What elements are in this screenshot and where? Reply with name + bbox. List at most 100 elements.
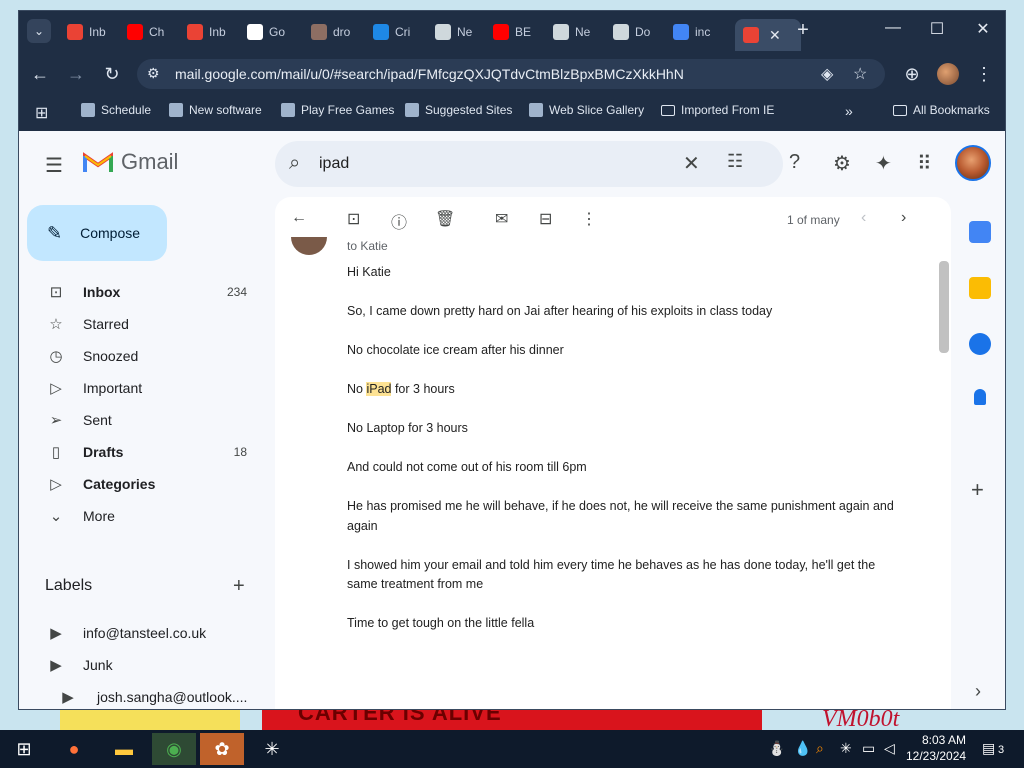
browser-tab[interactable]: inc: [665, 19, 723, 45]
help-icon[interactable]: ?: [789, 151, 800, 174]
reload-button[interactable]: ↻: [99, 61, 125, 87]
bookmark-star-icon[interactable]: ☆: [853, 64, 867, 84]
windows-start-icon[interactable]: ⊞: [2, 733, 46, 765]
message-line: same treatment from me: [347, 577, 484, 591]
site-info-icon[interactable]: ⚙: [147, 65, 160, 82]
nav-item-snoozed[interactable]: ◷ Snoozed: [19, 340, 259, 372]
clear-search-icon[interactable]: ✕: [683, 151, 700, 176]
bookmark-item[interactable]: Suggested Sites: [405, 103, 512, 117]
search-icon[interactable]: ⌕: [289, 152, 300, 175]
add-label-icon[interactable]: +: [233, 575, 245, 598]
wallpaper-signature: VM0b0t: [822, 706, 900, 732]
new-tab-button[interactable]: +: [791, 19, 815, 42]
tray-drop-icon[interactable]: 💧: [794, 740, 811, 757]
nav-item-categories[interactable]: ▷ Categories: [19, 468, 259, 500]
browser-tab[interactable]: Inb: [59, 19, 117, 45]
compose-button[interactable]: ✎ Compose: [27, 205, 167, 261]
chrome-icon[interactable]: ◉: [152, 733, 196, 765]
scrollbar-thumb[interactable]: [939, 261, 949, 353]
tasks-icon[interactable]: [969, 333, 991, 355]
forward-button[interactable]: →: [63, 61, 89, 87]
expand-panel-icon[interactable]: ›: [975, 681, 981, 702]
back-to-results-icon[interactable]: ←: [291, 209, 307, 227]
more-bookmarks-icon[interactable]: »: [845, 103, 853, 119]
tab-label: BE: [515, 25, 532, 39]
recipient-line[interactable]: to Katie: [347, 239, 388, 253]
calendar-icon[interactable]: [969, 221, 991, 243]
bookmark-item[interactable]: Web Slice Gallery: [529, 103, 644, 117]
app-icon[interactable]: ✿: [200, 733, 244, 765]
bookmark-item[interactable]: Play Free Games: [281, 103, 394, 117]
google-apps-icon[interactable]: ⠿: [917, 151, 932, 176]
back-button[interactable]: ←: [27, 61, 53, 87]
message-line: He has promised me he will behave, if he…: [347, 499, 894, 513]
gemini-sparkle-icon[interactable]: ✦: [875, 151, 892, 176]
download-icon[interactable]: ⊕: [899, 61, 925, 87]
nav-item-starred[interactable]: ☆ Starred: [19, 308, 259, 340]
settings-gear-icon[interactable]: ⚙: [833, 151, 851, 176]
browser-tab[interactable]: Ne: [545, 19, 603, 45]
file-explorer-icon[interactable]: ▬: [102, 733, 146, 765]
gmail-logo[interactable]: Gmail: [83, 149, 178, 175]
close-icon[interactable]: ✕: [769, 27, 781, 44]
nav-label: More: [83, 508, 115, 524]
profile-avatar[interactable]: [937, 63, 959, 85]
url-text[interactable]: mail.google.com/mail/u/0/#search/ipad/FM…: [175, 66, 684, 82]
bookmark-item[interactable]: Imported From IE: [661, 103, 774, 117]
close-window-button[interactable]: ✕: [971, 19, 995, 39]
tray-search-icon[interactable]: ⌕: [816, 740, 824, 757]
browser-tab[interactable]: Go: [239, 19, 297, 45]
browser-tab[interactable]: dro: [303, 19, 361, 45]
nav-item-sent[interactable]: ➢ Sent: [19, 404, 259, 436]
label-item[interactable]: ▶ info@tansteel.co.uk: [19, 617, 259, 649]
mark-unread-icon[interactable]: ✉: [495, 209, 508, 229]
search-options-icon[interactable]: ☷: [727, 151, 743, 172]
sender-avatar[interactable]: [291, 237, 327, 255]
menu-icon[interactable]: ⋮: [971, 61, 997, 87]
bookmark-item[interactable]: New software: [169, 103, 262, 117]
firefox-icon[interactable]: ●: [52, 733, 96, 765]
search-input[interactable]: ipad: [319, 155, 349, 173]
move-to-icon[interactable]: ⊟: [539, 209, 552, 229]
more-options-icon[interactable]: ⋮: [581, 209, 597, 229]
account-avatar[interactable]: [955, 145, 991, 181]
nav-item-drafts[interactable]: ▯ Drafts 18: [19, 436, 259, 468]
label-item[interactable]: ▶ josh.sangha@outlook....: [19, 681, 259, 709]
all-bookmarks[interactable]: All Bookmarks: [893, 103, 990, 117]
lens-icon[interactable]: ◈: [821, 64, 833, 84]
tab-search-button[interactable]: ⌄: [27, 19, 51, 43]
tray-app-icon[interactable]: ⛄: [768, 740, 785, 757]
report-spam-icon[interactable]: ⓘ: [391, 209, 407, 233]
browser-tab[interactable]: BE: [485, 19, 543, 45]
keep-icon[interactable]: [969, 277, 991, 299]
snow-app-icon[interactable]: ✳: [250, 733, 294, 765]
nav-item-more[interactable]: ⌄ More: [19, 500, 259, 532]
newer-icon[interactable]: ‹: [861, 209, 866, 227]
browser-tab[interactable]: Ch: [119, 19, 177, 45]
nav-item-important[interactable]: ▷ Important: [19, 372, 259, 404]
browser-tab[interactable]: Do: [605, 19, 663, 45]
clock[interactable]: 8:03 AM 12/23/2024: [906, 732, 966, 764]
nav-item-inbox[interactable]: ⊡ Inbox 234: [19, 276, 259, 308]
older-icon[interactable]: ›: [901, 209, 906, 227]
delete-icon[interactable]: 🗑: [435, 209, 455, 229]
browser-tab[interactable]: Inb: [179, 19, 237, 45]
apps-grid-icon[interactable]: ⊞: [35, 103, 48, 123]
browser-tab[interactable]: Ne: [427, 19, 485, 45]
contacts-icon[interactable]: [974, 389, 986, 405]
maximize-button[interactable]: ☐: [925, 19, 949, 39]
label-item[interactable]: ▶ Junk: [19, 649, 259, 681]
network-icon[interactable]: ▭: [862, 740, 875, 757]
tray-snow-icon[interactable]: ✳: [840, 740, 852, 757]
draft-icon: ▯: [51, 444, 61, 461]
search-bar[interactable]: ⌕ ipad ✕ ☷: [275, 141, 783, 187]
main-menu-icon[interactable]: ☰: [45, 153, 63, 178]
minimize-button[interactable]: —: [881, 19, 905, 37]
archive-icon[interactable]: ⊡: [347, 209, 360, 229]
add-addon-icon[interactable]: +: [971, 477, 984, 503]
volume-icon[interactable]: ◁: [884, 740, 895, 757]
omnibox[interactable]: ⚙ mail.google.com/mail/u/0/#search/ipad/…: [137, 59, 885, 89]
notifications-icon[interactable]: ▤: [982, 740, 995, 757]
bookmark-item[interactable]: Schedule: [81, 103, 151, 117]
browser-tab[interactable]: Cri: [365, 19, 423, 45]
